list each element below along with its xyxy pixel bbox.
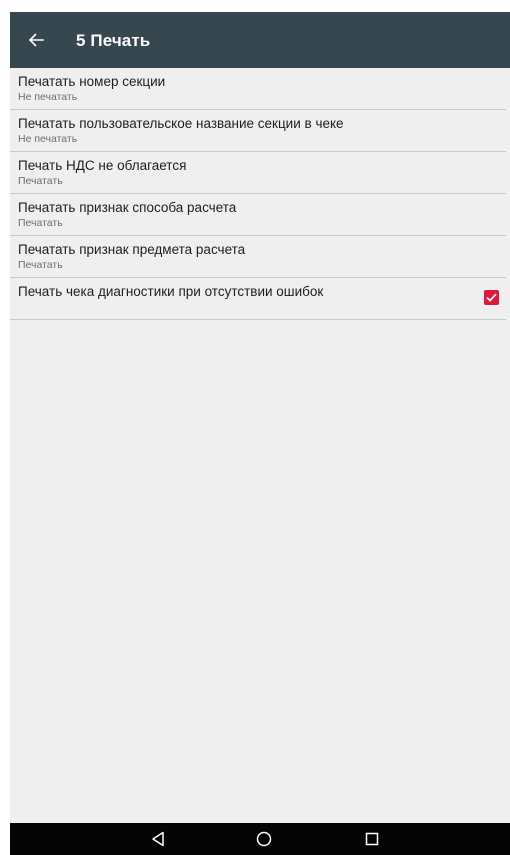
arrow-left-icon xyxy=(28,33,44,47)
setting-title: Печатать признак способа расчета xyxy=(18,200,237,215)
setting-summary: Печатать xyxy=(18,259,63,271)
setting-print-vat-exempt[interactable]: Печать НДС не облагается Печатать xyxy=(10,152,506,194)
nav-home-button[interactable] xyxy=(252,827,276,851)
setting-title: Печать чека диагностики при отсутствии о… xyxy=(18,284,324,299)
setting-title: Печать НДС не облагается xyxy=(18,158,187,173)
system-nav-bar xyxy=(10,823,510,855)
setting-summary: Печатать xyxy=(18,217,63,229)
setting-print-custom-section-name[interactable]: Печатать пользовательское название секци… xyxy=(10,110,506,152)
setting-print-section-number[interactable]: Печатать номер секции Не печатать xyxy=(10,68,506,110)
nav-recents-button[interactable] xyxy=(360,827,384,851)
page-title: 5 Печать xyxy=(76,31,151,50)
app-bar: 5 Печать xyxy=(10,12,510,68)
setting-print-diagnostic-receipt[interactable]: Печать чека диагностики при отсутствии о… xyxy=(10,278,506,320)
back-button[interactable] xyxy=(22,26,50,54)
setting-title: Печатать пользовательское название секци… xyxy=(18,116,344,131)
home-circle-icon xyxy=(256,831,272,847)
setting-summary: Не печатать xyxy=(18,133,78,145)
nav-back-button[interactable] xyxy=(146,827,170,851)
setting-summary: Не печатать xyxy=(18,91,78,103)
diagnostic-receipt-checkbox[interactable] xyxy=(484,290,499,305)
setting-print-payment-method-sign[interactable]: Печатать признак способа расчета Печатат… xyxy=(10,194,506,236)
setting-title: Печатать признак предмета расчета xyxy=(18,242,246,257)
recents-square-icon xyxy=(365,832,379,846)
setting-print-payment-object-sign[interactable]: Печатать признак предмета расчета Печата… xyxy=(10,236,506,278)
back-triangle-icon xyxy=(152,831,164,847)
settings-list: Печатать номер секции Не печатать Печата… xyxy=(10,68,510,320)
checkmark-icon xyxy=(486,293,497,302)
setting-title: Печатать номер секции xyxy=(18,74,166,89)
setting-summary: Печатать xyxy=(18,175,63,187)
settings-screen: 5 Печать Печатать номер секции Не печата… xyxy=(10,12,510,855)
